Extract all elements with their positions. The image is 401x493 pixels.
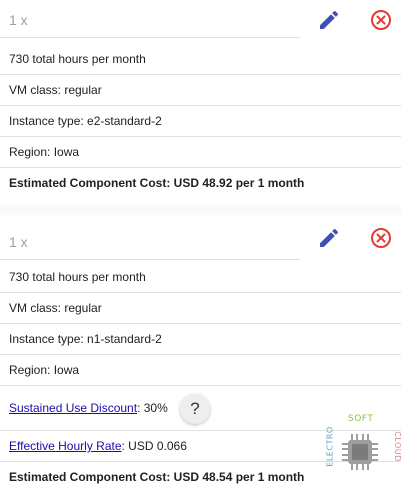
pencil-icon [320,10,339,30]
sustained-use-discount-value: : 30% [137,401,168,415]
card-separator [0,203,401,219]
quantity-row: 1 x [0,2,401,38]
quantity-row: 1 x [0,220,401,260]
help-button[interactable]: ? [180,394,210,424]
quantity-underline [0,259,300,260]
watermark-left-text: ELECTRO [325,426,335,467]
close-circle-icon [371,228,391,248]
edit-button[interactable] [317,226,341,250]
quantity-value: 1 x [9,234,28,250]
vm-class-row: VM class: regular [0,75,401,106]
pencil-icon [320,228,339,247]
chip-icon [342,434,378,470]
hours-row: 730 total hours per month [0,262,401,293]
edit-button[interactable] [317,8,341,32]
region-row: Region: Iowa [0,137,401,168]
effective-hourly-rate-value: : USD 0.066 [121,439,187,453]
watermark-top-text: SOFT [348,414,374,424]
watermark-right-text: CLOUD [392,431,401,462]
instance-type-row: Instance type: e2-standard-2 [0,106,401,137]
quantity-underline [0,37,300,38]
sustained-use-discount-link[interactable]: Sustained Use Discount [9,401,137,415]
remove-button[interactable] [369,226,393,250]
effective-hourly-rate-link[interactable]: Effective Hourly Rate [9,439,122,453]
estimate-item-1: 1 x 730 total hours per month VM class: … [0,0,401,208]
vm-class-row: VM class: regular [0,293,401,324]
estimated-cost-row: Estimated Component Cost: USD 48.92 per … [9,176,305,190]
watermark-logo: SOFT ELECTRO CLOUD [322,414,401,480]
instance-type-row: Instance type: n1-standard-2 [0,324,401,355]
region-row: Region: Iowa [0,355,401,386]
close-circle-icon [371,10,391,30]
remove-button[interactable] [369,8,393,32]
quantity-value: 1 x [9,12,28,28]
hours-row: 730 total hours per month [0,44,401,75]
